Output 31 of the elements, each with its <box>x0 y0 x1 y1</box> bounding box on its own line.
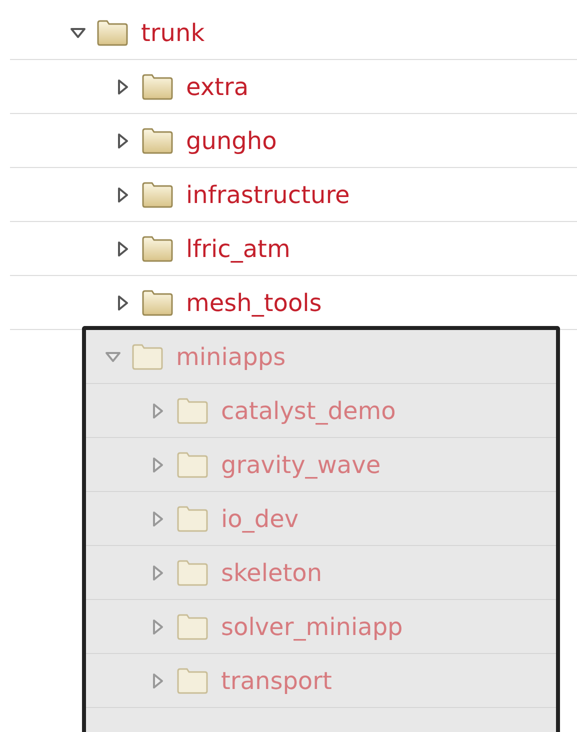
folder-icon <box>131 342 164 370</box>
folder-icon <box>176 666 209 694</box>
folder-name[interactable]: skeleton <box>221 558 322 586</box>
folder-name[interactable]: transport <box>221 666 332 694</box>
folder-name[interactable]: extra <box>186 72 249 100</box>
expander-icon[interactable] <box>115 186 131 202</box>
folder-icon <box>96 18 129 46</box>
expander-icon[interactable] <box>115 132 131 148</box>
folder-icon <box>141 126 174 154</box>
folder-name[interactable]: miniapps <box>176 342 286 370</box>
folder-icon <box>176 450 209 478</box>
folder-icon <box>141 288 174 316</box>
folder-icon <box>176 558 209 586</box>
folder-name[interactable]: trunk <box>141 18 205 46</box>
folder-icon <box>141 72 174 100</box>
expander-icon[interactable] <box>115 240 131 256</box>
folder-icon <box>141 234 174 262</box>
folder-icon <box>176 612 209 640</box>
folder-name[interactable]: mesh_tools <box>186 288 322 316</box>
folder-name[interactable]: gungho <box>186 126 277 154</box>
folder-icon <box>141 180 174 208</box>
folder-name[interactable]: gravity_wave <box>221 450 381 478</box>
expander-icon[interactable] <box>115 78 131 94</box>
folder-icon <box>176 504 209 532</box>
folder-name[interactable]: catalyst_demo <box>221 396 396 424</box>
folder-name[interactable]: io_dev <box>221 504 299 532</box>
folder-icon <box>176 396 209 424</box>
folder-name[interactable]: infrastructure <box>186 180 350 208</box>
expander-icon[interactable] <box>115 294 131 310</box>
folder-name[interactable]: lfric_atm <box>186 234 290 262</box>
folder-name[interactable]: solver_miniapp <box>221 612 403 640</box>
